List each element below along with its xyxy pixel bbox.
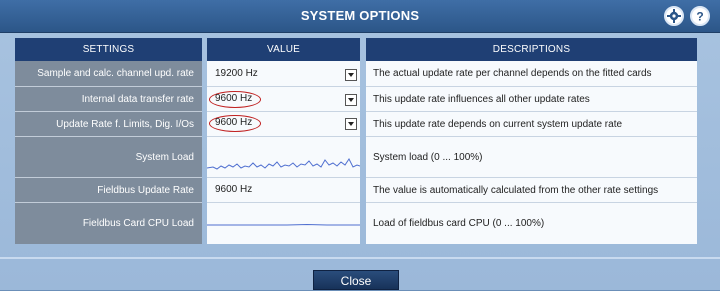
fieldbus-cpu-sparkline [207,223,360,226]
fieldbus-rate-field: 9600 Hz [207,178,360,203]
options-table: SETTINGS Sample and calc. channel upd. r… [15,38,697,244]
title-bar: SYSTEM OPTIONS ? [0,0,720,33]
description-fieldbus-rate: The value is automatically calculated fr… [366,178,697,203]
fieldbus-rate-value: 9600 Hz [215,184,253,195]
description-internal-transfer: This update rate influences all other up… [366,87,697,112]
description-limits-rate: This update rate depends on current syst… [366,112,697,137]
description-system-load: System load (0 ... 100%) [366,137,697,178]
internal-transfer-select[interactable]: 9600 Hz [207,87,360,112]
descriptions-column: DESCRIPTIONS The actual update rate per … [366,38,697,244]
setting-label-fieldbus-rate: Fieldbus Update Rate [15,178,202,203]
setting-label-internal-transfer: Internal data transfer rate [15,87,202,112]
system-load-graph [206,137,361,178]
limits-rate-value: 9600 Hz [215,117,253,128]
setting-label-fieldbus-cpu: Fieldbus Card CPU Load [15,203,202,244]
setting-label-sample-rate: Sample and calc. channel upd. rate [15,61,202,87]
fieldbus-cpu-graph [207,203,360,244]
value-header: VALUE [207,38,360,61]
close-button[interactable]: Close [313,270,399,290]
setting-label-limits-rate: Update Rate f. Limits, Dig. I/Os [15,112,202,137]
footer-divider [0,257,720,259]
settings-column: SETTINGS Sample and calc. channel upd. r… [15,38,202,244]
system-load-sparkline [206,158,361,170]
sample-rate-value: 19200 Hz [215,68,258,79]
settings-header: SETTINGS [15,38,202,61]
value-column: VALUE 19200 Hz 9600 Hz 9600 Hz 9600 Hz [206,38,361,244]
dropdown-arrow-icon[interactable] [345,69,357,81]
dropdown-arrow-icon[interactable] [345,118,357,130]
sample-rate-select[interactable]: 19200 Hz [207,61,360,87]
description-sample-rate: The actual update rate per channel depen… [366,61,697,87]
help-icon[interactable]: ? [690,6,710,26]
window-title: SYSTEM OPTIONS [300,8,420,23]
setting-label-system-load: System Load [15,137,202,178]
limits-rate-select[interactable]: 9600 Hz [207,112,360,137]
settings-gear-icon[interactable] [664,6,684,26]
descriptions-header: DESCRIPTIONS [366,38,697,61]
description-fieldbus-cpu: Load of fieldbus card CPU (0 ... 100%) [366,203,697,244]
system-options-window: SYSTEM OPTIONS ? SETTINGS Sample and cal… [0,0,720,290]
dropdown-arrow-icon[interactable] [345,94,357,106]
svg-text:?: ? [696,10,703,24]
internal-transfer-value: 9600 Hz [215,93,253,104]
